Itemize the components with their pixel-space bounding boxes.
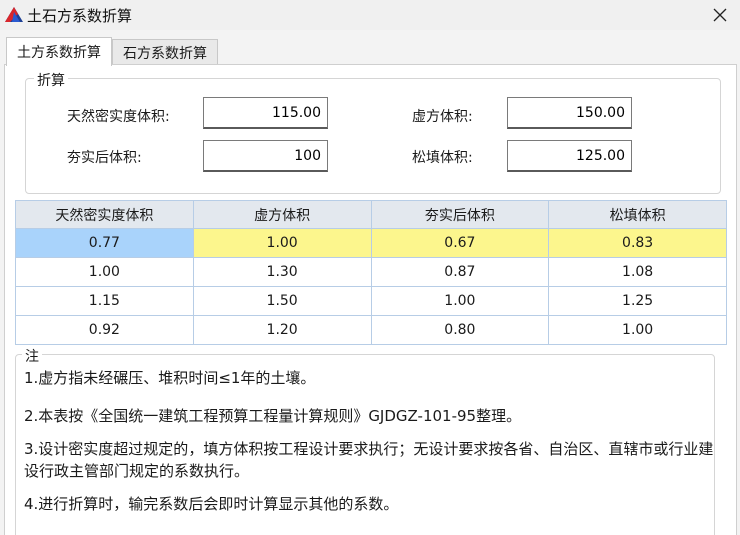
compacted-volume-label: 夯实后体积: — [67, 150, 142, 166]
table-cell[interactable]: 0.92 — [15, 315, 194, 345]
header-natural-volume: 天然密实度体积 — [15, 200, 194, 229]
note-line-3: 3.设计密实度超过规定的，填方体积按工程设计要求执行；无设计要求按各省、自治区、… — [24, 440, 714, 480]
notes-group: 注 1.虚方指未经碾压、堆积时间≤1年的土壤。 2.本表按《全国统一建筑工程预算… — [15, 346, 715, 535]
notes-group-label: 注 — [22, 346, 42, 366]
table-row[interactable]: 0.77 1.00 0.67 0.83 — [15, 228, 727, 258]
loose-volume-input[interactable] — [507, 97, 632, 129]
table-cell[interactable]: 1.15 — [15, 286, 194, 316]
table-cell[interactable]: 0.83 — [548, 228, 727, 258]
table-cell[interactable]: 1.25 — [548, 286, 727, 316]
table-cell[interactable]: 1.00 — [370, 286, 550, 316]
table-cell[interactable]: 0.77 — [15, 228, 194, 258]
tab-panel: 折算 天然密实度体积: 虚方体积: 夯实后体积: 松填体积: 天然密实度体积 虚… — [4, 64, 737, 535]
header-compacted-volume: 夯实后体积 — [370, 200, 550, 229]
tab-earthwork-conversion[interactable]: 土方系数折算 — [6, 37, 112, 66]
table-row[interactable]: 0.92 1.20 0.80 1.00 — [15, 315, 727, 345]
natural-volume-input[interactable] — [203, 97, 328, 129]
close-button[interactable] — [704, 2, 736, 28]
loose-volume-label: 虚方体积: — [412, 109, 473, 125]
table-row[interactable]: 1.00 1.30 0.87 1.08 — [15, 257, 727, 287]
note-line-2: 2.本表按《全国统一建筑工程预算工程量计算规则》GJDGZ-101-95整理。 — [24, 407, 522, 425]
table-cell[interactable]: 0.80 — [370, 315, 550, 345]
title-bar: 土石方系数折算 — [0, 0, 740, 30]
table-cell[interactable]: 1.00 — [192, 228, 372, 258]
close-icon — [713, 8, 727, 22]
table-cell[interactable]: 1.00 — [548, 315, 727, 345]
header-loose-volume: 虚方体积 — [192, 200, 372, 229]
table-cell[interactable]: 1.30 — [192, 257, 372, 287]
header-backfill-volume: 松填体积 — [548, 200, 727, 229]
backfill-volume-label: 松填体积: — [412, 150, 473, 166]
table-header-row: 天然密实度体积 虚方体积 夯实后体积 松填体积 — [15, 200, 727, 229]
app-logo-icon — [5, 7, 23, 22]
table-cell[interactable]: 1.20 — [192, 315, 372, 345]
table-cell[interactable]: 0.67 — [370, 228, 550, 258]
conversion-group-label: 折算 — [34, 70, 68, 90]
coefficient-table: 天然密实度体积 虚方体积 夯实后体积 松填体积 0.77 1.00 0.67 0… — [15, 200, 727, 345]
note-line-4: 4.进行折算时，输完系数后会即时计算显示其他的系数。 — [24, 495, 399, 513]
tab-rockwork-conversion[interactable]: 石方系数折算 — [112, 39, 218, 65]
window-title: 土石方系数折算 — [27, 7, 133, 25]
table-cell[interactable]: 1.00 — [15, 257, 194, 287]
table-cell[interactable]: 1.08 — [548, 257, 727, 287]
table-row[interactable]: 1.15 1.50 1.00 1.25 — [15, 286, 727, 316]
note-line-1: 1.虚方指未经碾压、堆积时间≤1年的土壤。 — [24, 369, 316, 387]
table-cell[interactable]: 1.50 — [192, 286, 372, 316]
table-cell[interactable]: 0.87 — [370, 257, 550, 287]
conversion-group: 折算 天然密实度体积: 虚方体积: 夯实后体积: 松填体积: — [25, 70, 721, 194]
tab-bar: 土方系数折算 石方系数折算 — [6, 37, 218, 66]
backfill-volume-input[interactable] — [507, 140, 632, 172]
natural-volume-label: 天然密实度体积: — [67, 109, 170, 125]
compacted-volume-input[interactable] — [203, 140, 328, 172]
